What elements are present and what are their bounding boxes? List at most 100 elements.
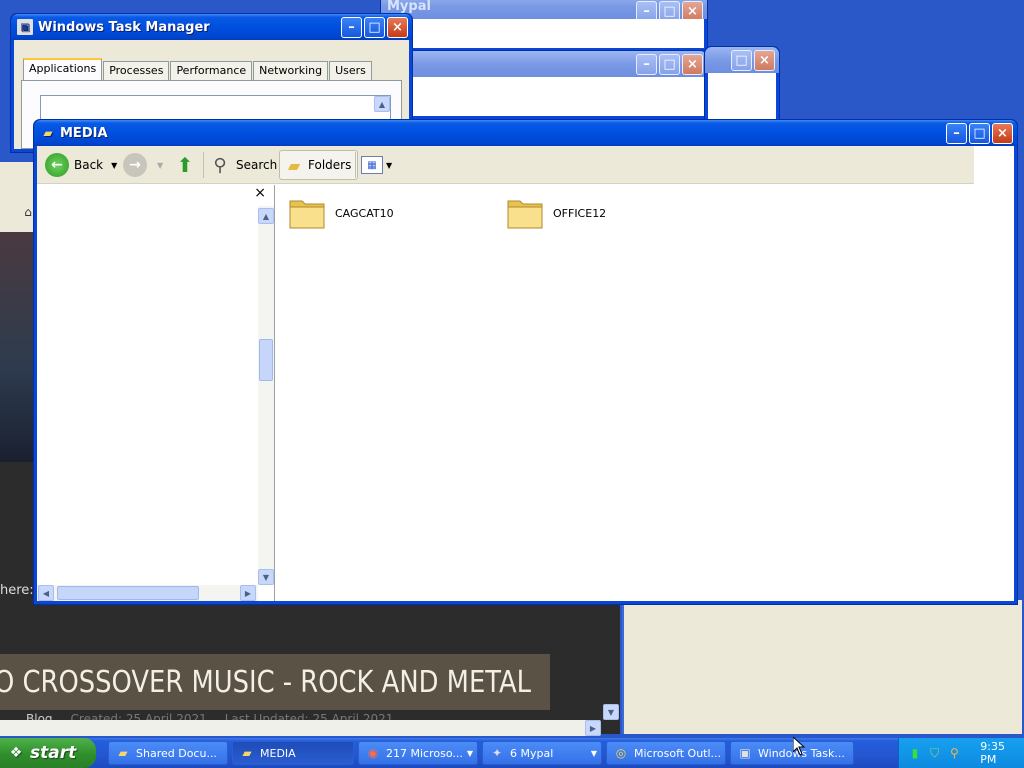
- close-button[interactable]: ×: [992, 123, 1013, 144]
- windows-logo-icon: ❖: [9, 745, 23, 761]
- group-dropdown-icon: ▼: [590, 748, 597, 758]
- close-button[interactable]: ×: [682, 54, 703, 75]
- folders-scroll-thumb[interactable]: [259, 339, 273, 381]
- taskbar-item-label: 217 Microso...: [386, 746, 463, 760]
- network-icon[interactable]: ▮: [907, 745, 923, 761]
- article-headline[interactable]: O CROSSOVER MUSIC - ROCK AND METAL: [0, 665, 531, 700]
- taskbar-item-media[interactable]: ▰ MEDIA: [232, 741, 354, 765]
- folder-icon: ▰: [242, 746, 252, 760]
- media-title: MEDIA: [60, 125, 108, 141]
- close-pane-button[interactable]: ×: [254, 185, 266, 201]
- task-manager-icon: ▣: [739, 746, 751, 760]
- web-scroll-right-button[interactable]: ▶: [585, 720, 601, 736]
- start-label: start: [30, 743, 77, 763]
- mypal-icon: ✦: [491, 746, 503, 760]
- taskbar-item-label: 6 Mypal: [510, 746, 554, 760]
- tab-networking[interactable]: Networking: [253, 61, 329, 80]
- minimize-button[interactable]: –: [636, 54, 657, 75]
- taskbar-item-label: Microsoft Outl...: [634, 746, 722, 760]
- taskbar-item-outlook[interactable]: ◎ Microsoft Outl...: [606, 741, 726, 765]
- up-folder-icon: ⬆: [176, 153, 194, 177]
- folder-icon: ▰: [43, 126, 53, 140]
- views-button[interactable]: ▦ ▼: [361, 150, 392, 180]
- mypal-window-back[interactable]: Mypal – □ ×: [380, 0, 708, 52]
- taskbar-item-task-manager[interactable]: ▣ Windows Task...: [730, 741, 854, 765]
- maximize-button[interactable]: □: [659, 54, 680, 75]
- media-titlebar[interactable]: ▰ MEDIA: [34, 120, 1017, 146]
- folder-item-cagcat10[interactable]: CAGCAT10: [287, 195, 394, 231]
- back-dropdown-icon[interactable]: ▼: [111, 161, 117, 170]
- media-window[interactable]: ▰ MEDIA – □ × ← Back ▼ → ▼ ⬆ ⚲ Search ▰ …: [33, 119, 1018, 605]
- maximize-button[interactable]: □: [364, 17, 385, 38]
- maximize-button[interactable]: □: [731, 50, 752, 71]
- forward-arrow-icon: →: [123, 153, 147, 177]
- back-label: Back: [74, 158, 104, 172]
- task-manager-tabs: Applications Processes Performance Netwo…: [23, 58, 372, 80]
- forward-dropdown-icon[interactable]: ▼: [157, 161, 163, 170]
- outlook-icon: ◎: [615, 746, 627, 760]
- headline-box: O CROSSOVER MUSIC - ROCK AND METAL: [0, 654, 550, 710]
- web-h-scrollbar[interactable]: [0, 720, 600, 736]
- close-button[interactable]: ×: [754, 50, 775, 71]
- search-label: Search: [236, 158, 278, 172]
- folders-button[interactable]: ▰ Folders: [279, 150, 359, 180]
- tab-performance[interactable]: Performance: [170, 61, 253, 80]
- folders-h-scroll-thumb[interactable]: [57, 586, 199, 600]
- views-icon: ▦: [361, 156, 383, 174]
- folders-scroll-down-button[interactable]: ▼: [258, 569, 274, 585]
- background-window-1[interactable]: – □ ×: [404, 50, 708, 120]
- group-dropdown-icon: ▼: [466, 748, 473, 758]
- tab-users[interactable]: Users: [329, 61, 372, 80]
- folders-pane: × ▲ ▼ ◀ ▶: [37, 185, 275, 601]
- media-body: ← Back ▼ → ▼ ⬆ ⚲ Search ▰ Folders ▦ ▼ × …: [37, 146, 1014, 601]
- search-tray-icon[interactable]: ⚲: [947, 745, 963, 761]
- list-scroll-up-button[interactable]: ▲: [374, 96, 390, 112]
- maximize-button[interactable]: □: [969, 123, 990, 144]
- taskbar-item-mypal-group[interactable]: ✦ 6 Mypal ▼: [482, 741, 602, 765]
- up-folder-button[interactable]: ⬆: [173, 150, 197, 180]
- folders-pane-v-scrollbar[interactable]: [258, 206, 274, 585]
- taskbar: ❖ start ▰ Shared Docu... ▰ MEDIA ◉ 217 M…: [0, 738, 1024, 768]
- taskbar-item-shared-documents[interactable]: ▰ Shared Docu...: [108, 741, 228, 765]
- toolbar-separator: [203, 152, 204, 178]
- folder-icon: ▰: [118, 746, 128, 760]
- mypal-window-title: Mypal: [387, 0, 431, 14]
- browser-strip: ⌂: [0, 162, 36, 232]
- minimize-button[interactable]: –: [341, 17, 362, 38]
- search-icon: ⚲: [213, 154, 227, 176]
- start-button[interactable]: ❖ start: [0, 738, 96, 768]
- nav-fragment: here:: [0, 583, 34, 598]
- back-button[interactable]: ← Back ▼: [45, 150, 117, 180]
- views-dropdown-icon[interactable]: ▼: [386, 161, 392, 170]
- folders-scroll-right-button[interactable]: ▶: [240, 585, 256, 601]
- folder-label: OFFICE12: [553, 206, 607, 220]
- background-window-3-body: [622, 600, 1022, 734]
- web-scroll-down-button[interactable]: ▼: [603, 704, 619, 720]
- nav-fragment-text: here:: [0, 583, 34, 598]
- tab-processes[interactable]: Processes: [103, 61, 170, 80]
- forward-button[interactable]: → ▼: [123, 150, 163, 180]
- minimize-button[interactable]: –: [946, 123, 967, 144]
- taskbar-item-label: MEDIA: [260, 746, 296, 760]
- folders-icon: ▰: [287, 155, 301, 175]
- folders-label: Folders: [308, 158, 352, 172]
- search-button[interactable]: ⚲ Search: [209, 150, 277, 180]
- close-button[interactable]: ×: [387, 17, 408, 38]
- task-manager-icon: ▣: [17, 19, 33, 35]
- explorer-toolbar: ← Back ▼ → ▼ ⬆ ⚲ Search ▰ Folders ▦ ▼: [37, 146, 974, 184]
- folders-scroll-up-button[interactable]: ▲: [258, 208, 274, 224]
- clock[interactable]: 9:35 PM: [980, 740, 1024, 766]
- taskbar-item-microsoft-group[interactable]: ◉ 217 Microso... ▼: [358, 741, 478, 765]
- folder-label: CAGCAT10: [335, 206, 394, 220]
- security-shield-icon[interactable]: ⛉: [927, 745, 943, 761]
- folder-icon: [287, 195, 327, 231]
- toolbar-separator: [355, 152, 356, 178]
- tab-applications[interactable]: Applications: [23, 58, 103, 80]
- hero-image: [0, 232, 36, 462]
- background-window-2[interactable]: □ ×: [704, 46, 780, 126]
- folders-scroll-left-button[interactable]: ◀: [38, 585, 54, 601]
- back-arrow-icon: ←: [45, 153, 69, 177]
- folder-item-office12[interactable]: OFFICE12: [505, 195, 606, 231]
- task-manager-title: Windows Task Manager: [38, 19, 210, 35]
- folder-icon: [505, 195, 545, 231]
